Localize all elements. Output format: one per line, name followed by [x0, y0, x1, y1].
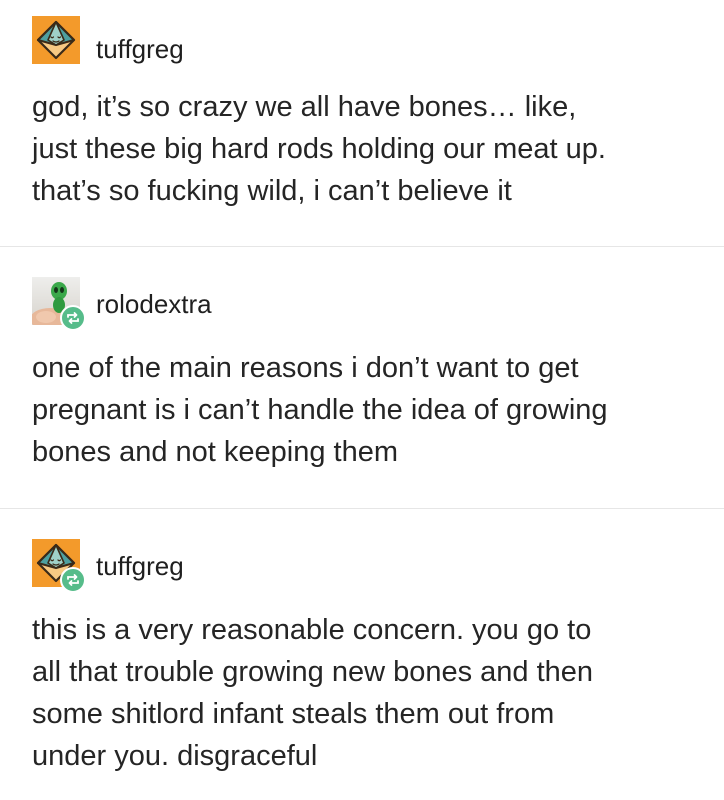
octahedron-d8-icon — [32, 16, 80, 64]
reblog-icon — [67, 574, 79, 586]
avatar-tuffgreg[interactable] — [32, 16, 80, 64]
post-original: tuffgreg god, it’s so crazy we all have … — [0, 0, 724, 246]
post-text-line: one of the main reasons i don’t want to … — [32, 352, 579, 384]
post-body: god, it’s so crazy we all have bones… li… — [32, 86, 704, 212]
post-username[interactable]: tuffgreg — [96, 36, 184, 62]
post-reblog: rolodextra one of the main reasons i don… — [0, 247, 724, 508]
post-reblog: tuffgreg this is a very reasonable conce… — [0, 509, 724, 800]
post-text-line: all that trouble growing new bones and t… — [32, 656, 594, 688]
post-username[interactable]: tuffgreg — [96, 553, 184, 579]
reblog-badge — [60, 305, 86, 331]
post-text-line: this is a very reasonable concern. you g… — [32, 614, 592, 646]
post-text-line: that’s so fucking wild, i can’t believe … — [32, 175, 512, 207]
post-body: this is a very reasonable concern. you g… — [32, 609, 704, 777]
post-text-line: under you. disgraceful — [32, 740, 318, 772]
post-text-line: god, it’s so crazy we all have bones… li… — [32, 91, 577, 123]
post-body: one of the main reasons i don’t want to … — [32, 347, 704, 473]
post-text-line: some shitlord infant steals them out fro… — [32, 698, 555, 730]
post-text-line: pregnant is i can’t handle the idea of g… — [32, 394, 608, 426]
post-text-line: just these big hard rods holding our mea… — [32, 133, 606, 165]
post-username[interactable]: rolodextra — [96, 291, 212, 317]
reblog-badge — [60, 567, 86, 593]
post-text-line: bones and not keeping them — [32, 436, 398, 468]
reblog-icon — [67, 312, 79, 324]
